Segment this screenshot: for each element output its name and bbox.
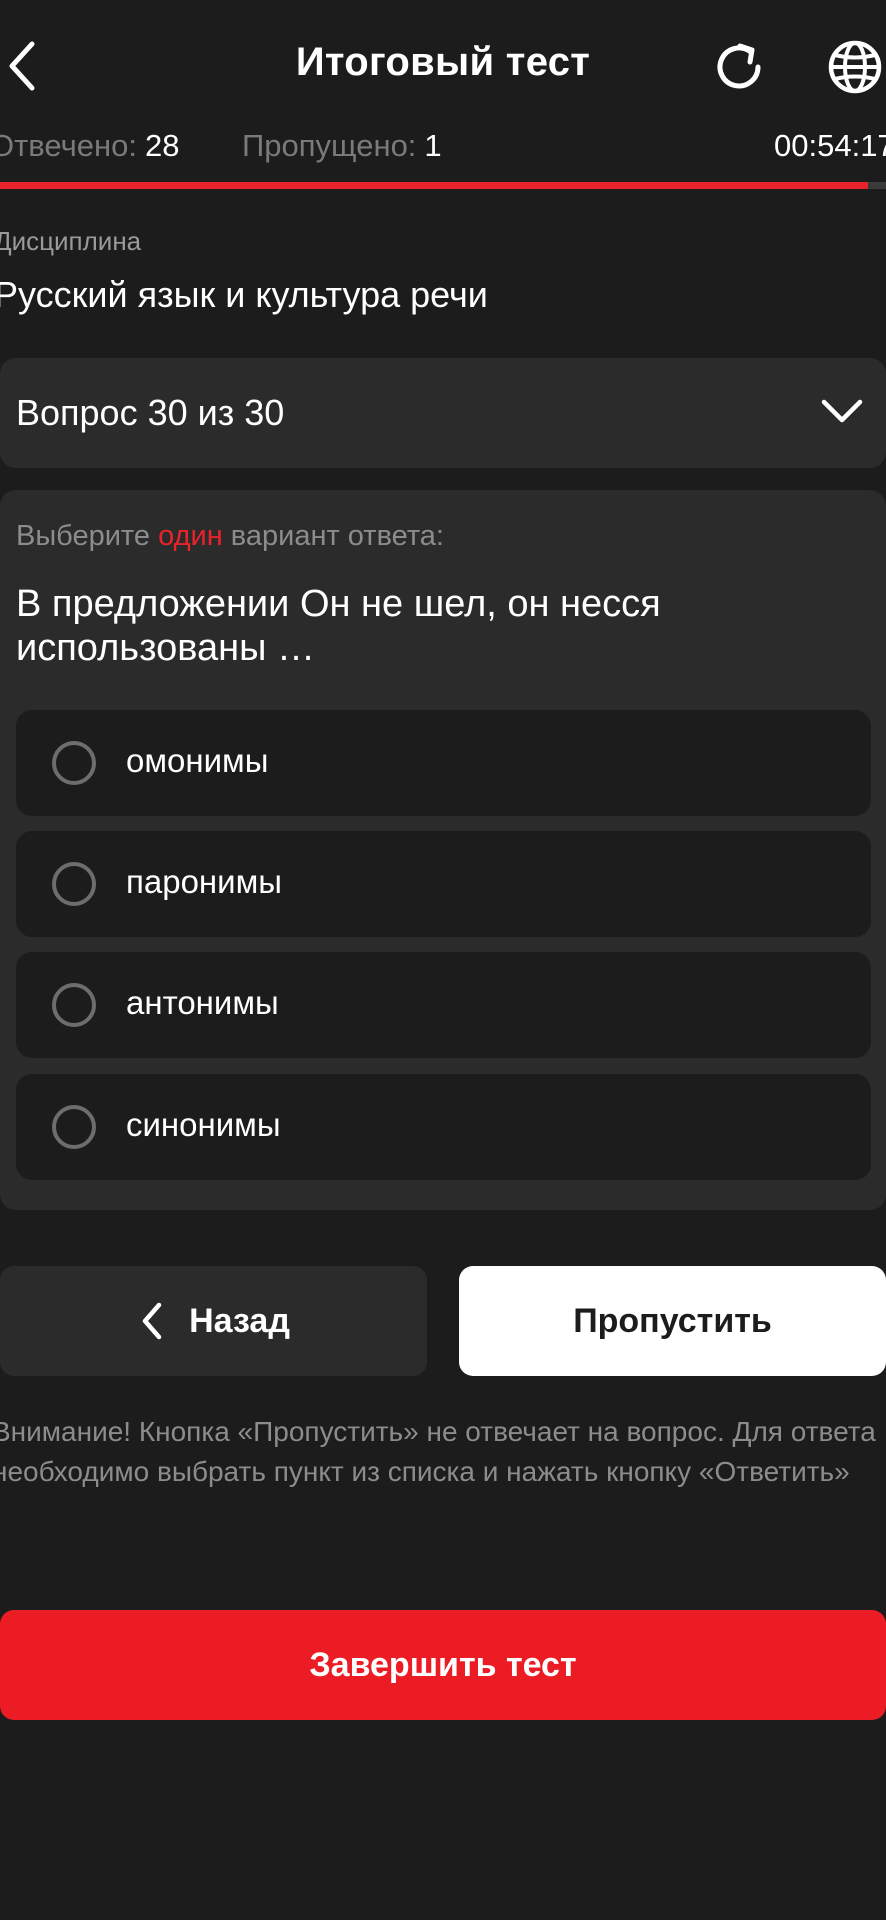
timer: 00:54:17 <box>774 128 886 163</box>
option-label: антонимы <box>126 984 279 1021</box>
instruction-suffix: вариант ответа: <box>222 520 444 552</box>
chevron-down-icon <box>821 399 863 423</box>
language-button[interactable] <box>826 38 886 96</box>
question-instruction: Выберите один вариант ответа: <box>16 520 444 553</box>
skip-notice: Внимание! Кнопка «Пропустить» не отвечае… <box>0 1416 876 1487</box>
option-label: омонимы <box>126 742 269 779</box>
progress-bar <box>0 182 886 189</box>
skipped-label: Пропущено: <box>242 128 417 163</box>
answered-label: Отвечено: <box>0 128 138 163</box>
question-number: Вопрос 30 из 30 <box>16 392 285 433</box>
test-stats: Отвечено: 28 Пропущено: 1 00:54:17 <box>0 128 886 172</box>
answered-count: Отвечено: 28 <box>0 128 180 164</box>
app-header: Итоговый тест <box>0 0 886 130</box>
skip-button-label: Пропустить <box>573 1301 772 1340</box>
chevron-left-icon <box>142 1302 162 1340</box>
instruction-accent: один <box>158 520 223 552</box>
refresh-button[interactable] <box>710 38 768 96</box>
refresh-icon <box>717 43 761 89</box>
progress-fill <box>0 182 869 189</box>
question-text: В предложении Он не шел, он несся исполь… <box>16 583 661 669</box>
option-label: синонимы <box>126 1106 281 1143</box>
discipline-name: Русский язык и культура речи <box>0 274 488 315</box>
radio-button[interactable] <box>52 1105 96 1149</box>
answer-option[interactable]: синонимы <box>16 1074 871 1180</box>
finish-button-label: Завершить тест <box>309 1645 577 1684</box>
back-button-label: Назад <box>189 1301 290 1340</box>
finish-test-button[interactable]: Завершить тест <box>0 1610 886 1720</box>
answer-option[interactable]: омонимы <box>16 710 871 816</box>
instruction-prefix: Выберите <box>16 520 159 552</box>
globe-icon <box>828 40 882 94</box>
question-card: Выберите один вариант ответа: В предложе… <box>0 490 886 1210</box>
answer-option[interactable]: паронимы <box>16 831 871 937</box>
answer-option[interactable]: антонимы <box>16 952 871 1058</box>
previous-question-button[interactable]: Назад <box>0 1266 427 1376</box>
discipline-label: Дисциплина <box>0 226 142 256</box>
radio-button[interactable] <box>52 983 96 1027</box>
question-selector[interactable]: Вопрос 30 из 30 <box>0 358 886 468</box>
skip-button[interactable]: Пропустить <box>459 1266 886 1376</box>
radio-button[interactable] <box>52 741 96 785</box>
skipped-count: Пропущено: 1 <box>242 128 442 164</box>
option-label: паронимы <box>126 863 282 900</box>
answered-value: 28 <box>145 128 180 163</box>
radio-button[interactable] <box>52 862 96 906</box>
skipped-value: 1 <box>424 128 442 163</box>
test-screen: Итоговый тест Отвечено: 28 Пропущено: 1 00… <box>0 0 886 1920</box>
